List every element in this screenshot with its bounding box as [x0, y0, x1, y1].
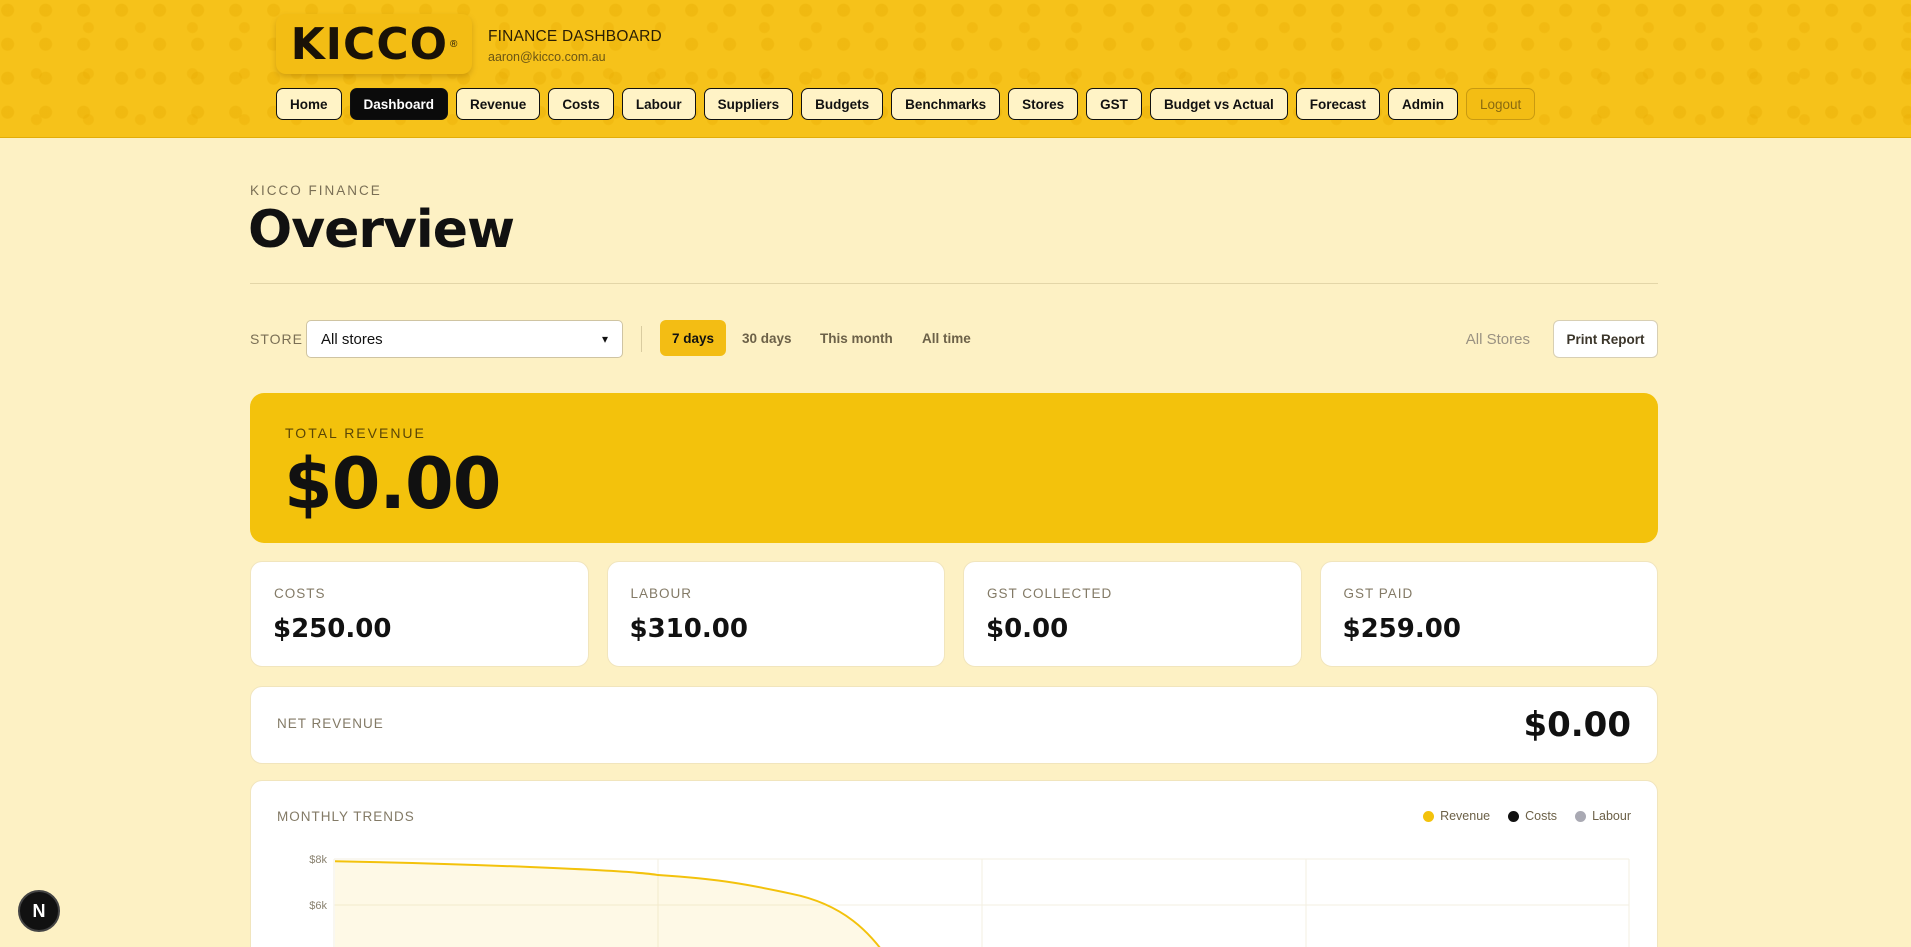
page-title: Overview: [248, 200, 515, 260]
heading-divider: [250, 283, 1658, 284]
nav-admin[interactable]: Admin: [1388, 88, 1458, 120]
nav-home[interactable]: Home: [276, 88, 342, 120]
stat-label: COSTS: [274, 586, 326, 601]
store-label: STORE: [250, 331, 303, 347]
nav-forecast[interactable]: Forecast: [1295, 88, 1380, 120]
nav-suppliers[interactable]: Suppliers: [703, 88, 794, 120]
store-select-value: All stores: [321, 330, 383, 348]
trends-chart: $8k $6k: [309, 854, 1630, 947]
nav-budgets[interactable]: Budgets: [801, 88, 884, 120]
filter-bar: STORE All stores ▾ 7 days 30 days This m…: [250, 320, 1658, 358]
current-store-label: All Stores: [1465, 331, 1530, 348]
total-revenue-value: $0.00: [284, 443, 501, 525]
nav-budget-vs-actual[interactable]: Budget vs Actual: [1149, 88, 1288, 120]
y-tick-label: $6k: [309, 900, 327, 912]
range-all-time[interactable]: All time: [910, 320, 983, 356]
chart-legend: Revenue Costs Labour: [1423, 809, 1631, 823]
top-header: KICCO ® FINANCE DASHBOARD aaron@kicco.co…: [0, 0, 1911, 138]
legend-item-revenue: Revenue: [1423, 809, 1490, 823]
dev-tools-button[interactable]: N: [18, 890, 60, 932]
legend-item-labour: Labour: [1575, 809, 1631, 823]
kicco-logo[interactable]: KICCO ®: [276, 14, 472, 74]
print-report-button[interactable]: Print Report: [1553, 320, 1658, 358]
logo-text: KICCO: [290, 18, 449, 70]
stat-label: GST PAID: [1343, 586, 1414, 601]
registered-mark: ®: [450, 38, 458, 50]
logout-button[interactable]: Logout: [1466, 88, 1536, 120]
stat-card-gst-collected: GST COLLECTED $0.00: [963, 561, 1302, 667]
stat-card-gst-paid: GST PAID $259.00: [1319, 561, 1658, 667]
stat-value: $310.00: [629, 614, 748, 644]
nav-stores[interactable]: Stores: [1008, 88, 1079, 120]
stat-value: $259.00: [1342, 614, 1461, 644]
total-revenue-card: TOTAL REVENUE $0.00: [250, 393, 1658, 543]
net-revenue-value: $0.00: [1523, 705, 1631, 745]
store-select[interactable]: All stores ▾: [306, 320, 623, 358]
stat-value: $250.00: [273, 614, 392, 644]
total-revenue-label: TOTAL REVENUE: [285, 425, 426, 441]
app-title: FINANCE DASHBOARD: [488, 28, 662, 45]
stat-label: GST COLLECTED: [987, 586, 1113, 601]
y-tick-label: $8k: [309, 854, 327, 866]
legend-dot-labour: [1575, 810, 1587, 822]
legend-item-costs: Costs: [1508, 809, 1557, 823]
nav-gst[interactable]: GST: [1086, 88, 1142, 120]
nav-revenue[interactable]: Revenue: [456, 88, 541, 120]
stat-value: $0.00: [986, 614, 1069, 644]
legend-dot-costs: [1508, 810, 1520, 822]
range-7-days[interactable]: 7 days: [660, 320, 727, 356]
range-30-days[interactable]: 30 days: [730, 320, 804, 356]
range-this-month[interactable]: This month: [808, 320, 905, 356]
stat-card-labour: LABOUR $310.00: [606, 561, 945, 667]
main-nav: Home Dashboard Revenue Costs Labour Supp…: [276, 88, 1536, 120]
legend-label: Labour: [1592, 809, 1631, 823]
stat-card-costs: COSTS $250.00: [250, 561, 589, 667]
nav-dashboard[interactable]: Dashboard: [349, 88, 449, 120]
net-revenue-card: NET REVENUE $0.00: [250, 686, 1658, 764]
nav-costs[interactable]: Costs: [548, 88, 614, 120]
nav-benchmarks[interactable]: Benchmarks: [891, 88, 1001, 120]
user-email: aaron@kicco.com.au: [488, 50, 606, 64]
stat-label: LABOUR: [630, 586, 693, 601]
legend-label: Revenue: [1440, 809, 1491, 823]
page-eyebrow: KICCO FINANCE: [250, 183, 382, 198]
revenue-area: [335, 861, 880, 947]
monthly-trends-card: $8k $6k MONTHLY TRENDS Revenue Costs Labo…: [250, 780, 1658, 947]
legend-dot-revenue: [1423, 810, 1435, 822]
filter-divider: [641, 326, 642, 352]
nav-labour[interactable]: Labour: [621, 88, 696, 120]
legend-label: Costs: [1525, 809, 1558, 823]
stat-cards: COSTS $250.00 LABOUR $310.00 GST COLLECT…: [250, 561, 1658, 667]
trends-title: MONTHLY TRENDS: [277, 809, 415, 824]
chevron-down-icon: ▾: [601, 332, 608, 346]
net-revenue-label: NET REVENUE: [277, 716, 384, 731]
